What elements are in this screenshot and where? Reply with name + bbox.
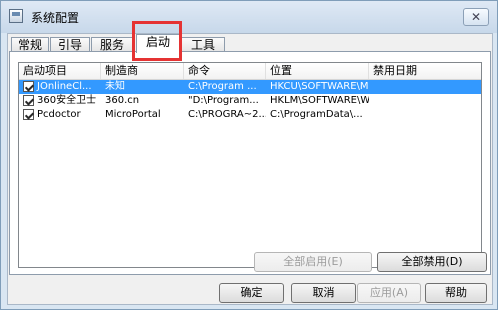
list-header: 启动项目 制造商 命令 位置 禁用日期 xyxy=(19,63,481,80)
tab-tools-label: 工具 xyxy=(190,38,215,52)
tab-strip: 常规 引导 服务 启动 工具 xyxy=(8,21,492,61)
column-header-command[interactable]: 命令 xyxy=(184,63,266,79)
title-bar[interactable]: 系统配置 ✕ xyxy=(1,1,497,33)
table-row[interactable]: 360安全卫士 360.cn "D:\Program... HKLM\SOFTW… xyxy=(19,94,481,108)
system-config-icon xyxy=(9,9,23,23)
column-header-maker[interactable]: 制造商 xyxy=(101,63,184,79)
system-config-window: 系统配置 ✕ 常规 引导 服务 启动 工具 启动项目 制造商 命令 位置 禁用日… xyxy=(0,0,498,310)
startup-items-list[interactable]: 启动项目 制造商 命令 位置 禁用日期 JOnlineCl... 未知 C:\P… xyxy=(18,62,482,268)
cell-command: "D:\Program... xyxy=(188,95,259,106)
cell-location: HKLM\SOFTWARE\W... xyxy=(270,95,369,106)
column-header-item[interactable]: 启动项目 xyxy=(19,63,101,79)
tab-startup-label: 启动 xyxy=(145,35,170,49)
apply-button[interactable]: 应用(A) xyxy=(357,283,421,303)
cell-disabled-date xyxy=(369,108,481,122)
ok-button[interactable]: 确定 xyxy=(219,283,284,303)
cell-location: HKCU\SOFTWARE\M... xyxy=(270,81,369,92)
tab-startup[interactable]: 启动 xyxy=(136,34,180,53)
tab-services-label: 服务 xyxy=(99,38,124,52)
startup-tab-panel: 启动项目 制造商 命令 位置 禁用日期 JOnlineCl... 未知 C:\P… xyxy=(9,51,491,275)
cell-item: 360安全卫士 xyxy=(37,95,97,106)
cell-disabled-date xyxy=(369,80,481,94)
column-header-location[interactable]: 位置 xyxy=(266,63,369,79)
help-button[interactable]: 帮助 xyxy=(425,283,487,303)
list-rows: JOnlineCl... 未知 C:\Program ... HKCU\SOFT… xyxy=(19,80,481,267)
cell-command: C:\PROGRA~2... xyxy=(188,109,266,120)
tab-services[interactable]: 服务 xyxy=(91,37,133,52)
dialog-client-area: 常规 引导 服务 启动 工具 启动项目 制造商 命令 位置 禁用日期 JOnli… xyxy=(7,21,493,305)
column-header-disabled-date[interactable]: 禁用日期 xyxy=(369,63,481,79)
table-row[interactable]: JOnlineCl... 未知 C:\Program ... HKCU\SOFT… xyxy=(19,80,481,94)
tab-boot-label: 引导 xyxy=(57,38,82,52)
tab-tools[interactable]: 工具 xyxy=(181,37,225,52)
tab-general[interactable]: 常规 xyxy=(11,37,49,52)
cell-location: C:\ProgramData\... xyxy=(270,109,363,120)
close-button[interactable]: ✕ xyxy=(463,8,489,26)
window-title: 系统配置 xyxy=(31,11,80,25)
tab-boot[interactable]: 引导 xyxy=(50,37,90,52)
cell-disabled-date xyxy=(369,94,481,108)
close-icon: ✕ xyxy=(470,10,482,24)
enable-all-button[interactable]: 全部启用(E) xyxy=(254,252,372,272)
cell-item: Pcdoctor xyxy=(37,109,81,120)
cell-command: C:\Program ... xyxy=(188,81,257,92)
cell-maker: 360.cn xyxy=(105,95,140,106)
tab-general-label: 常规 xyxy=(17,38,42,52)
cell-maker: MicroPortal xyxy=(105,109,161,120)
cell-item: JOnlineCl... xyxy=(37,81,92,92)
table-row[interactable]: Pcdoctor MicroPortal C:\PROGRA~2... C:\P… xyxy=(19,108,481,122)
cancel-button[interactable]: 取消 xyxy=(291,283,356,303)
disable-all-button[interactable]: 全部禁用(D) xyxy=(377,252,487,272)
cell-maker: 未知 xyxy=(105,81,125,92)
